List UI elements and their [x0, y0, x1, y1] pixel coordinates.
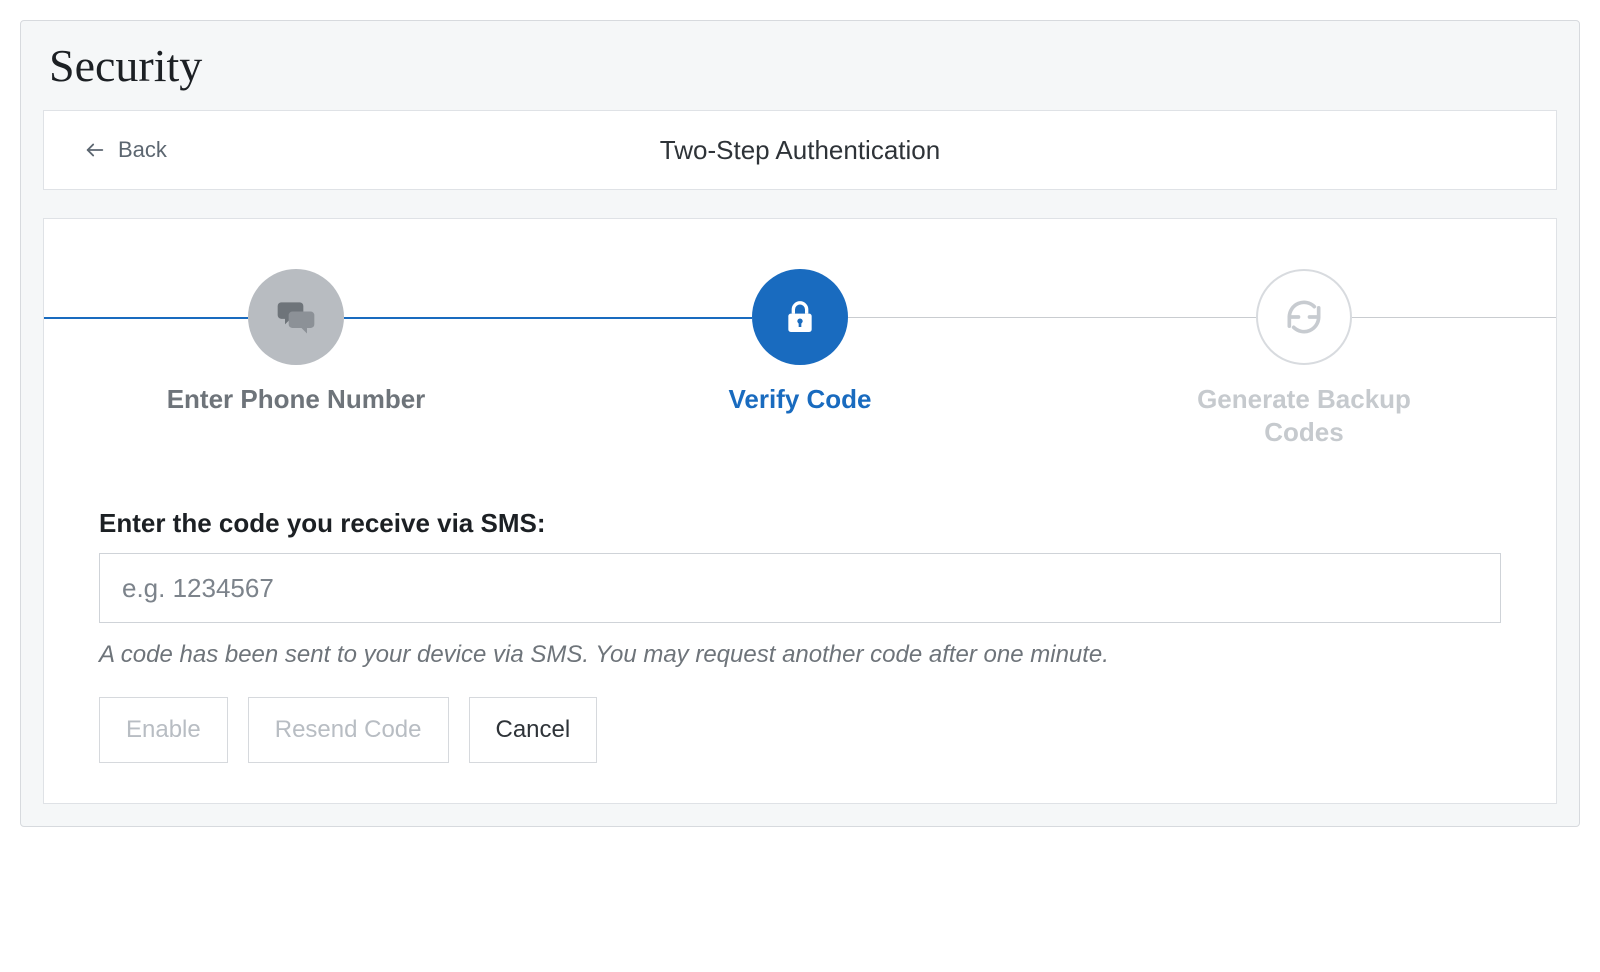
step-label: Enter Phone Number	[167, 383, 426, 416]
lock-icon	[752, 269, 848, 365]
arrow-left-icon	[84, 139, 106, 161]
page-title: Security	[49, 39, 1579, 92]
header-card: Back Two-Step Authentication	[43, 110, 1557, 190]
code-input[interactable]	[99, 553, 1501, 623]
step-label: Verify Code	[728, 383, 871, 416]
header-title: Two-Step Authentication	[44, 135, 1556, 166]
two-step-card: Enter Phone Number Verify Code	[43, 218, 1557, 804]
back-button[interactable]: Back	[84, 137, 167, 163]
refresh-icon	[1256, 269, 1352, 365]
step-backup-codes: Generate Backup Codes	[1052, 269, 1556, 448]
cancel-button[interactable]: Cancel	[469, 697, 598, 763]
resend-code-button[interactable]: Resend Code	[248, 697, 449, 763]
enable-button[interactable]: Enable	[99, 697, 228, 763]
security-panel: Security Back Two-Step Authentication	[20, 20, 1580, 827]
code-hint: A code has been sent to your device via …	[99, 641, 1501, 669]
code-input-label: Enter the code you receive via SMS:	[99, 508, 1501, 539]
stepper: Enter Phone Number Verify Code	[44, 269, 1556, 448]
step-enter-phone: Enter Phone Number	[44, 269, 548, 416]
button-row: Enable Resend Code Cancel	[99, 697, 1501, 763]
verify-form: Enter the code you receive via SMS: A co…	[44, 448, 1556, 773]
step-verify-code: Verify Code	[548, 269, 1052, 416]
chat-icon	[248, 269, 344, 365]
back-label: Back	[118, 137, 167, 163]
step-label: Generate Backup Codes	[1174, 383, 1434, 448]
